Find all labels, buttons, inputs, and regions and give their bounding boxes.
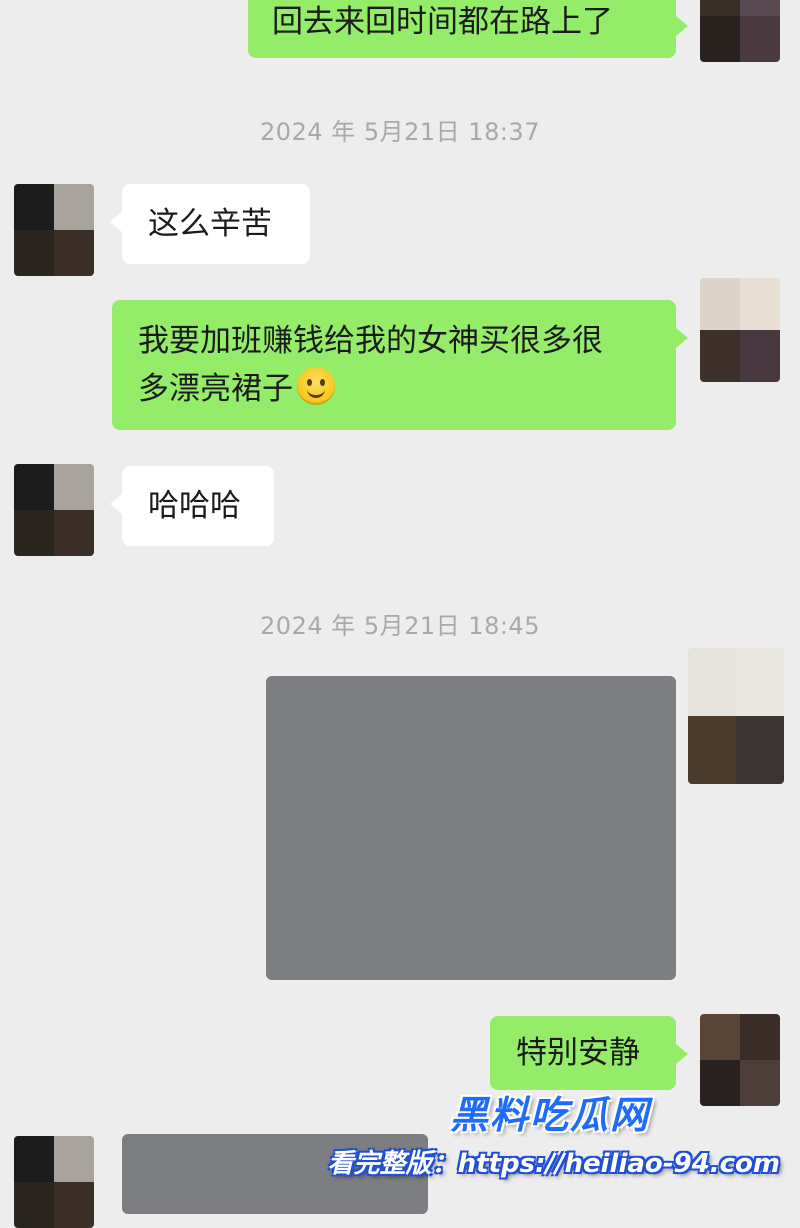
contact-avatar[interactable] xyxy=(14,1136,94,1228)
incoming-message-bubble[interactable]: 哈哈哈 xyxy=(110,466,274,546)
message-text: 特别安静 xyxy=(516,1035,640,1071)
incoming-message-bubble[interactable]: 这么辛苦 xyxy=(110,184,310,264)
site-watermark: 黑料吃瓜网 看完整版：https://heiliao-94.com xyxy=(328,1084,780,1180)
message-text: 这么辛苦 xyxy=(148,206,272,242)
contact-avatar[interactable] xyxy=(14,464,94,556)
timestamp: 2024 年 5月21日 18:37 xyxy=(260,118,540,146)
message-text: 回去来回时间都在路上了 xyxy=(272,4,613,40)
smiley-emoji-icon xyxy=(297,367,335,405)
self-avatar[interactable] xyxy=(688,648,784,784)
outgoing-message-bubble[interactable]: 特别安静 xyxy=(490,1016,688,1090)
chat-message-list[interactable]: 回去来回时间都在路上了 2024 年 5月21日 18:37 这么辛苦 我要加班… xyxy=(0,0,800,1228)
self-avatar[interactable] xyxy=(700,0,780,62)
watermark-url: 看完整版：https://heiliao-94.com xyxy=(327,1149,780,1179)
outgoing-message-bubble[interactable]: 回去来回时间都在路上了 xyxy=(248,0,688,58)
outgoing-image-message[interactable] xyxy=(266,676,676,980)
message-text: 哈哈哈 xyxy=(148,488,241,524)
self-avatar[interactable] xyxy=(700,278,780,382)
contact-avatar[interactable] xyxy=(14,184,94,276)
watermark-logo-text: 黑料吃瓜网 xyxy=(449,1093,650,1137)
outgoing-message-bubble[interactable]: 我要加班赚钱给我的女神买很多很 多漂亮裙子 xyxy=(112,300,688,430)
message-text-line-1: 我要加班赚钱给我的女神买很多很 xyxy=(138,323,603,359)
message-text: 多漂亮裙子 xyxy=(138,371,293,407)
timestamp: 2024 年 5月21日 18:45 xyxy=(260,612,540,640)
message-text-line-2: 多漂亮裙子 xyxy=(138,365,650,413)
